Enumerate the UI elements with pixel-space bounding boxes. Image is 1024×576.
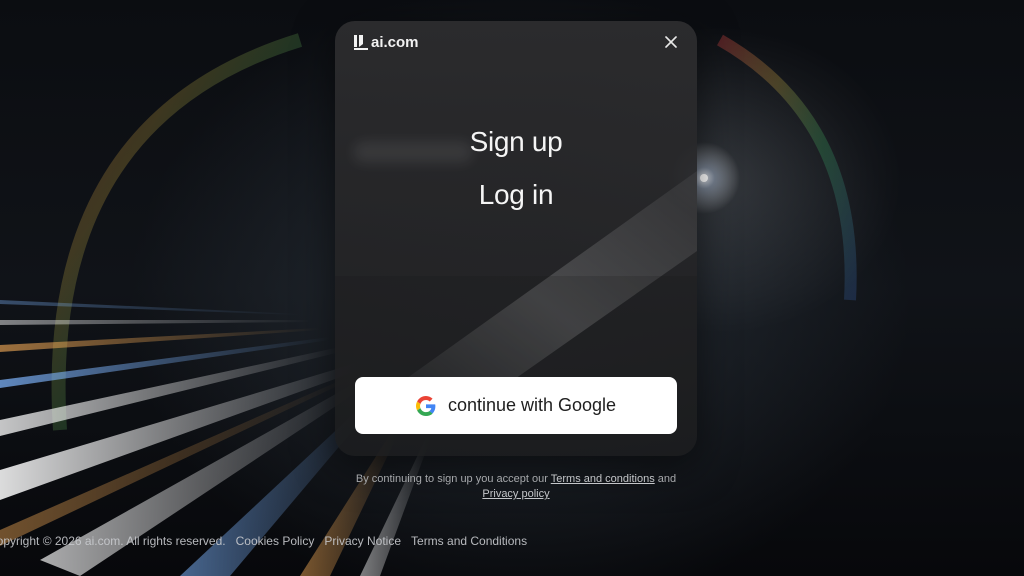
footer-link-privacy-notice[interactable]: Privacy Notice <box>324 534 401 548</box>
footer: Copyright © 2026 ai.com. All rights rese… <box>0 534 527 548</box>
page-background: ai.com Sign up Log in continue with Goog… <box>0 0 1024 576</box>
log-in-link[interactable]: Log in <box>335 179 697 211</box>
google-button-label: continue with Google <box>447 395 617 415</box>
consent-middle: and <box>654 473 677 485</box>
brand-logo[interactable]: ai.com <box>354 34 419 51</box>
copyright-text: Copyright © 2026 ai.com. All rights rese… <box>0 534 226 548</box>
footer-link-cookies-policy[interactable]: Cookies Policy <box>236 534 315 548</box>
consent-prefix: By continuing to sign up you accept our <box>355 473 551 485</box>
continue-with-google-button[interactable]: continue with Google <box>355 377 677 434</box>
footer-link-terms-and-conditions[interactable]: Terms and Conditions <box>411 534 527 548</box>
sign-up-link[interactable]: Sign up <box>335 126 697 158</box>
privacy-policy-link[interactable]: Privacy policy <box>482 488 549 500</box>
close-icon <box>665 36 677 48</box>
ai-com-logo-icon <box>354 35 368 50</box>
terms-and-conditions-link[interactable]: Terms and conditions <box>551 473 655 485</box>
brand-name: ai.com <box>371 34 419 51</box>
consent-text: By continuing to sign up you accept our … <box>340 472 692 502</box>
close-button[interactable] <box>661 32 681 52</box>
google-icon <box>415 395 436 416</box>
auth-modal: ai.com Sign up Log in continue with Goog… <box>335 21 697 456</box>
